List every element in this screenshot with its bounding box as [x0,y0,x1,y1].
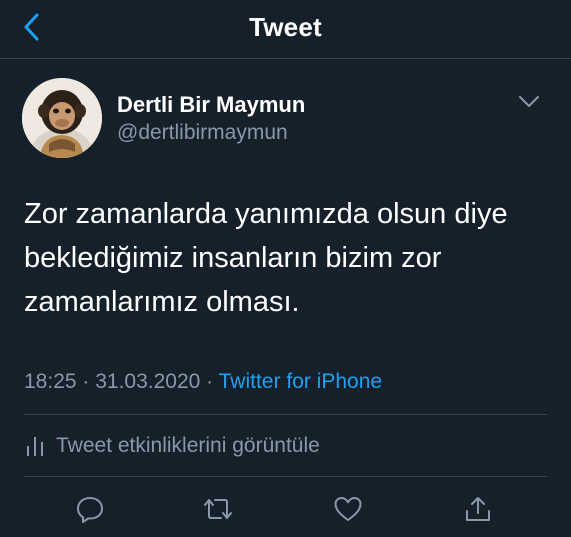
top-bar: Tweet [0,0,571,59]
username[interactable]: @dertlibirmaymun [117,121,288,145]
heart-icon [334,497,362,521]
reply-button[interactable] [73,492,107,526]
retweet-button[interactable] [201,492,235,526]
tweet-author: Dertli Bir Maymun @dertlibirmaymun [22,78,551,162]
retweet-icon [204,499,232,519]
page-title: Tweet [249,12,322,42]
tweet-text: Zor zamanlarda yanımızda olsun diye bekl… [24,198,508,318]
reply-icon [77,497,103,523]
divider [24,476,547,477]
meta-separator: · [200,370,219,393]
tweet-menu-button[interactable] [517,94,545,114]
like-button[interactable] [331,492,365,526]
meta-separator: · [76,370,96,393]
tweet-meta: 18:25 · 31.03.2020 · Twitter for iPhone [24,370,382,394]
analytics-bars-icon [27,437,43,456]
share-icon [466,497,490,521]
tweet-time: 18:25 [24,370,77,393]
analytics-link[interactable]: Tweet etkinliklerini görüntüle [24,430,320,462]
tweet-actions [0,488,571,530]
share-button[interactable] [461,492,495,526]
monkey-avatar-image [22,78,102,158]
display-name[interactable]: Dertli Bir Maymun [117,92,305,118]
tweet-date: 31.03.2020 [95,370,201,393]
avatar[interactable] [22,78,102,158]
chevron-down-icon [519,96,539,107]
tweet-source-link[interactable]: Twitter for iPhone [219,370,382,393]
analytics-label: Tweet etkinliklerini görüntüle [56,434,320,457]
divider [24,414,547,415]
